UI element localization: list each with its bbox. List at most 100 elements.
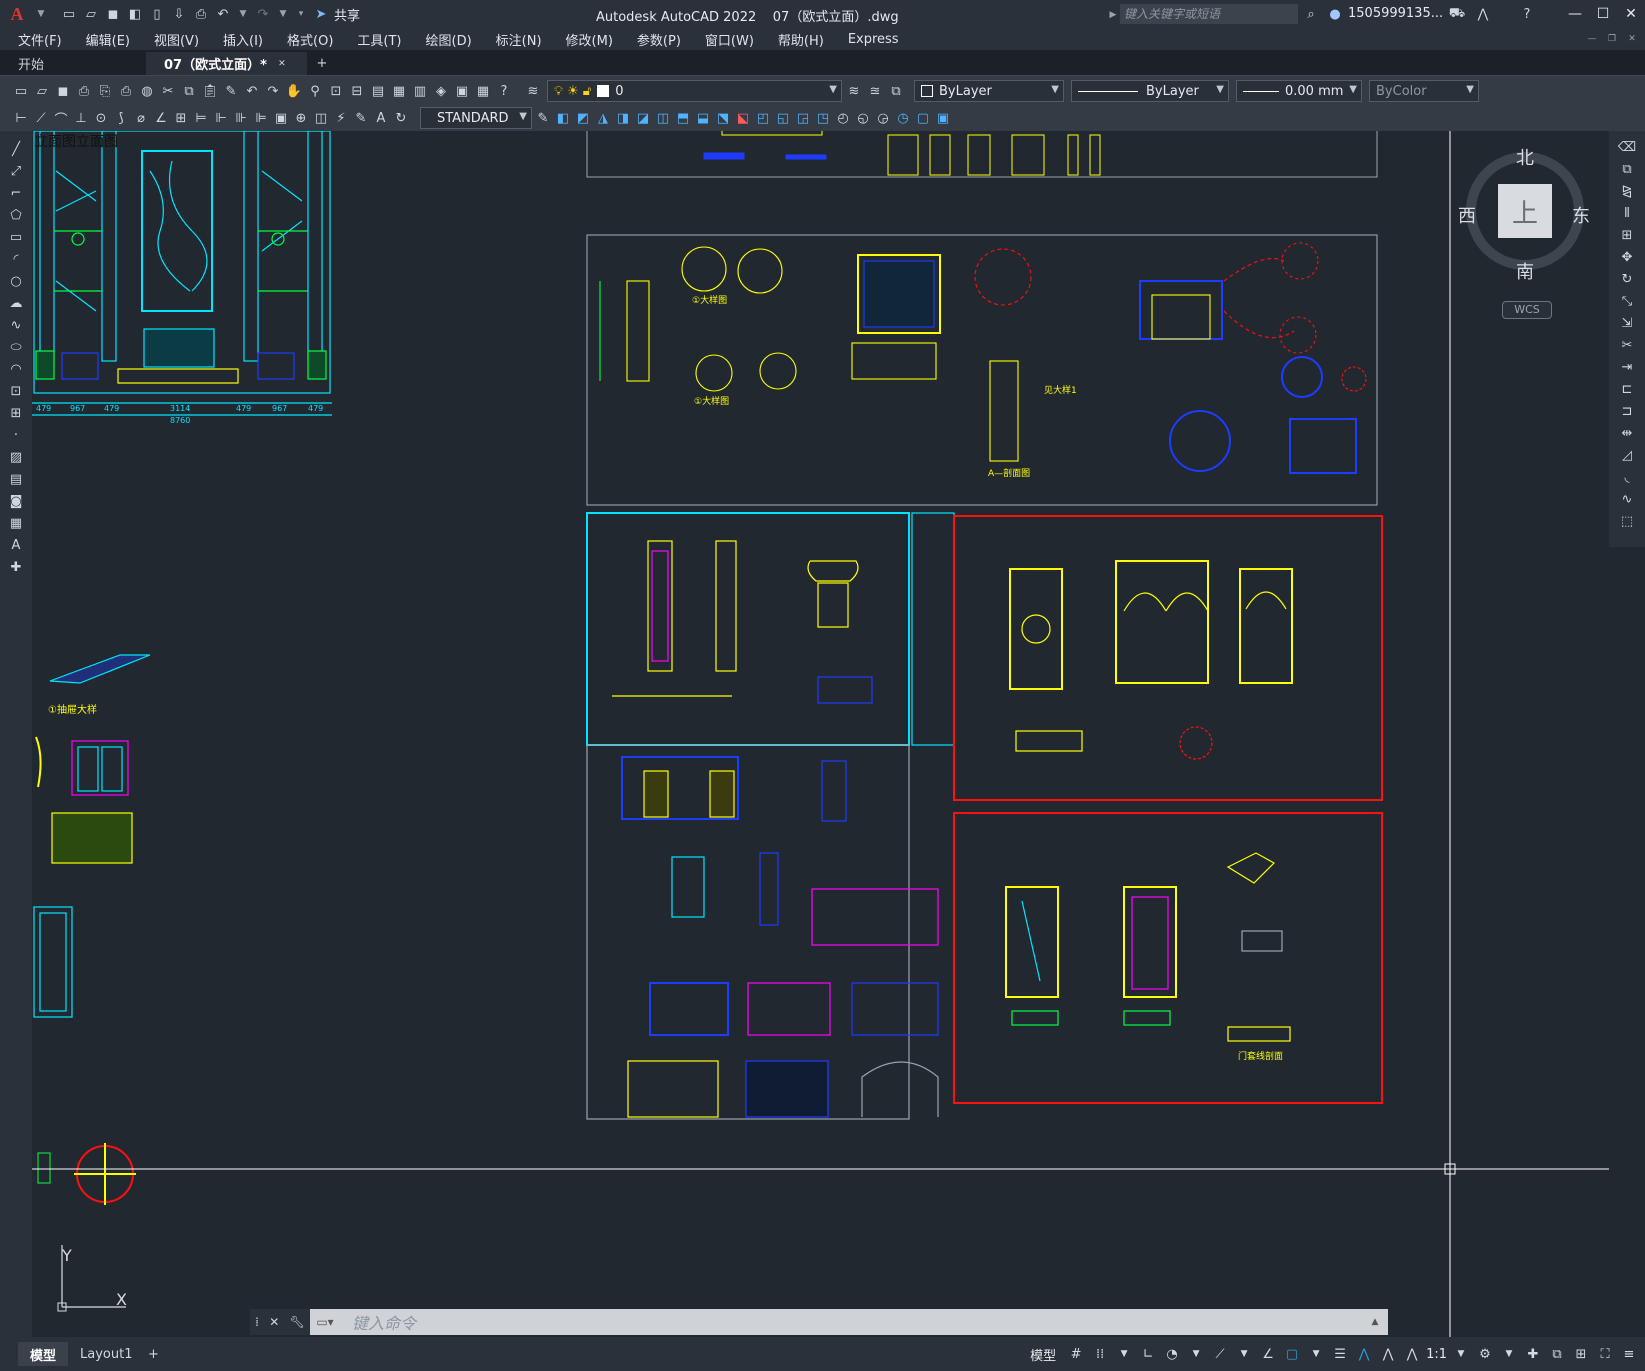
tb2-copy-edge-icon[interactable]: ◴ — [834, 109, 852, 127]
search-icon[interactable]: ⌕ — [1302, 5, 1320, 23]
tb-layer-manager-icon[interactable]: ≋ — [524, 82, 542, 100]
doc-close-icon[interactable]: ✕ — [1625, 30, 1639, 48]
doc-minimize-icon[interactable]: — — [1585, 30, 1599, 48]
tb2-dim-update-icon[interactable]: ↻ — [392, 109, 410, 127]
web-mobile-icon[interactable]: ▯ — [148, 5, 166, 23]
scale-tool-icon[interactable]: ⤡ — [1617, 291, 1637, 311]
explode-tool-icon[interactable]: ⬚ — [1617, 511, 1637, 531]
tab-close-icon[interactable]: ✕ — [275, 55, 289, 73]
mirror-tool-icon[interactable]: ⧎ — [1617, 181, 1637, 201]
make-block-icon[interactable]: ⊞ — [6, 403, 26, 423]
tb2-dim-diameter-icon[interactable]: ⌀ — [132, 109, 150, 127]
new-tab-icon[interactable]: + — [313, 54, 331, 72]
tb-open-icon[interactable]: ▱ — [33, 82, 51, 100]
customization-menu-icon[interactable]: ≡ — [1619, 1345, 1639, 1363]
command-history-icon[interactable]: ▭▾ — [310, 1311, 340, 1333]
tb-3dprint-icon[interactable]: ◍ — [138, 82, 156, 100]
undo-dropdown-icon[interactable]: ▼ — [236, 5, 250, 23]
tab-drawing[interactable]: 07（欧式立面）* ✕ — [146, 52, 307, 75]
menu-modify[interactable]: 修改(M) — [554, 30, 625, 49]
user-name[interactable]: 1505999135... — [1348, 6, 1443, 21]
circle-tool-icon[interactable]: ○ — [6, 271, 26, 291]
compass-west[interactable]: 西 — [1458, 202, 1476, 228]
tb2-dim-aligned-icon[interactable]: ⟋ — [32, 109, 50, 127]
tb-layer-state-icon[interactable]: ⧉ — [887, 82, 905, 100]
command-expand-icon[interactable]: ▲ — [1368, 1313, 1382, 1331]
tb-publish-icon[interactable]: ⎙ — [117, 82, 135, 100]
color-dropdown[interactable]: ByLayer ▼ — [914, 80, 1064, 102]
object-snap-icon[interactable]: ▢ — [1282, 1345, 1302, 1363]
model-space-toggle[interactable]: 模型 — [1030, 1345, 1056, 1364]
tb2-separate-icon[interactable]: ◷ — [894, 109, 912, 127]
redo-icon[interactable]: ↷ — [254, 5, 272, 23]
tb-copy-icon[interactable]: ⧉ — [180, 82, 198, 100]
tb2-cone-icon[interactable]: ◮ — [594, 109, 612, 127]
compass-north[interactable]: 北 — [1516, 144, 1534, 170]
menu-dimension[interactable]: 标注(N) — [484, 30, 554, 49]
tb2-jog-icon[interactable]: ⚡ — [332, 109, 350, 127]
tb2-dim-linear-icon[interactable]: ⊢ — [12, 109, 30, 127]
menu-tools[interactable]: 工具(T) — [345, 30, 413, 49]
auto-scale-icon[interactable]: ⋀ — [1378, 1345, 1398, 1363]
cart-icon[interactable]: ⛟ — [1448, 5, 1466, 23]
tb-save-icon[interactable]: ◼ — [54, 82, 72, 100]
tb2-taper-face-icon[interactable]: ◱ — [774, 109, 792, 127]
tb-redo-icon[interactable]: ↷ — [264, 82, 282, 100]
lineweight-icon[interactable]: ☰ — [1330, 1345, 1350, 1363]
workspace-gear-icon[interactable]: ⚙ — [1475, 1345, 1495, 1363]
workspace-dropdown-icon[interactable]: ▼ — [1499, 1345, 1519, 1363]
autodesk-app-icon[interactable]: ⋀ — [1474, 5, 1492, 23]
layer-dropdown[interactable]: 💡︎ ☀ 🔓︎ 0 ▼ — [547, 80, 842, 102]
doc-restore-icon[interactable]: ❐ — [1605, 30, 1619, 48]
tb-markup-icon[interactable]: ▣ — [453, 82, 471, 100]
tb2-delete-face-icon[interactable]: ⬕ — [734, 109, 752, 127]
fillet-tool-icon[interactable]: ◟ — [1617, 467, 1637, 487]
ortho-icon[interactable]: ∟ — [1138, 1345, 1158, 1363]
tb2-rotate-face-icon[interactable]: ◰ — [754, 109, 772, 127]
object-snap-tracking-icon[interactable]: ∠ — [1258, 1345, 1278, 1363]
open-file-icon[interactable]: ▱ — [82, 5, 100, 23]
dimstyle-dropdown[interactable]: STANDARD ▼ — [420, 107, 532, 129]
share-icon[interactable]: ➤ — [312, 5, 330, 23]
menu-help[interactable]: 帮助(H) — [766, 30, 836, 49]
lineweight-dropdown[interactable]: 0.00 mm ▼ — [1236, 80, 1362, 102]
compass-south[interactable]: 南 — [1516, 258, 1534, 284]
scale-dropdown-icon[interactable]: ▼ — [1451, 1345, 1471, 1363]
tb-toolpalette-icon[interactable]: ▥ — [411, 82, 429, 100]
extend-tool-icon[interactable]: ⇥ — [1617, 357, 1637, 377]
isodraft-icon[interactable]: ⟋ — [1210, 1345, 1230, 1363]
menu-express[interactable]: Express — [836, 32, 911, 47]
quick-properties-icon[interactable]: ⊞ — [1571, 1345, 1591, 1363]
rotate-tool-icon[interactable]: ↻ — [1617, 269, 1637, 289]
menu-view[interactable]: 视图(V) — [142, 30, 211, 49]
search-expand-icon[interactable]: ▶ — [1106, 6, 1120, 24]
tb-make-current-icon[interactable]: ≋ — [845, 82, 863, 100]
customize-qat-icon[interactable]: ▾ — [294, 5, 308, 23]
tb2-qdim-icon[interactable]: ⊞ — [172, 109, 190, 127]
stretch-tool-icon[interactable]: ⇲ — [1617, 313, 1637, 333]
tb-properties-icon[interactable]: ▤ — [369, 82, 387, 100]
tb2-dimtedit-icon[interactable]: A — [372, 109, 390, 127]
tb-match-icon[interactable]: ✎ — [222, 82, 240, 100]
command-grip-icon[interactable]: ⁞ — [255, 1315, 259, 1329]
construction-line-icon[interactable]: ⤢ — [6, 161, 26, 181]
compass-east[interactable]: 东 — [1572, 202, 1590, 228]
tb-paste-icon[interactable]: 📋︎ — [201, 82, 219, 100]
copy-tool-icon[interactable]: ⧉ — [1617, 159, 1637, 179]
add-selected-icon[interactable]: ✚ — [6, 557, 26, 577]
menu-draw[interactable]: 绘图(D) — [414, 30, 484, 49]
annotation-visibility-icon[interactable]: ⋀ — [1354, 1345, 1374, 1363]
tab-start[interactable]: 开始 — [0, 52, 146, 75]
object-snap-dropdown-icon[interactable]: ▼ — [1306, 1345, 1326, 1363]
table-tool-icon[interactable]: ▦ — [6, 513, 26, 533]
plotstyle-dropdown[interactable]: ByColor ▼ — [1369, 80, 1479, 102]
minimize-icon[interactable]: — — [1561, 0, 1589, 28]
tb-layer-prev-icon[interactable]: ≊ — [866, 82, 884, 100]
tb2-center-mark-icon[interactable]: ⊕ — [292, 109, 310, 127]
menu-window[interactable]: 窗口(W) — [693, 30, 766, 49]
snap-dropdown-icon[interactable]: ▼ — [1114, 1345, 1134, 1363]
tb2-color-face-icon[interactable]: ◳ — [814, 109, 832, 127]
new-file-icon[interactable]: ▭ — [60, 5, 78, 23]
break-point-icon[interactable]: ⊏ — [1617, 379, 1637, 399]
tb-plot-icon[interactable]: ⎙ — [75, 82, 93, 100]
